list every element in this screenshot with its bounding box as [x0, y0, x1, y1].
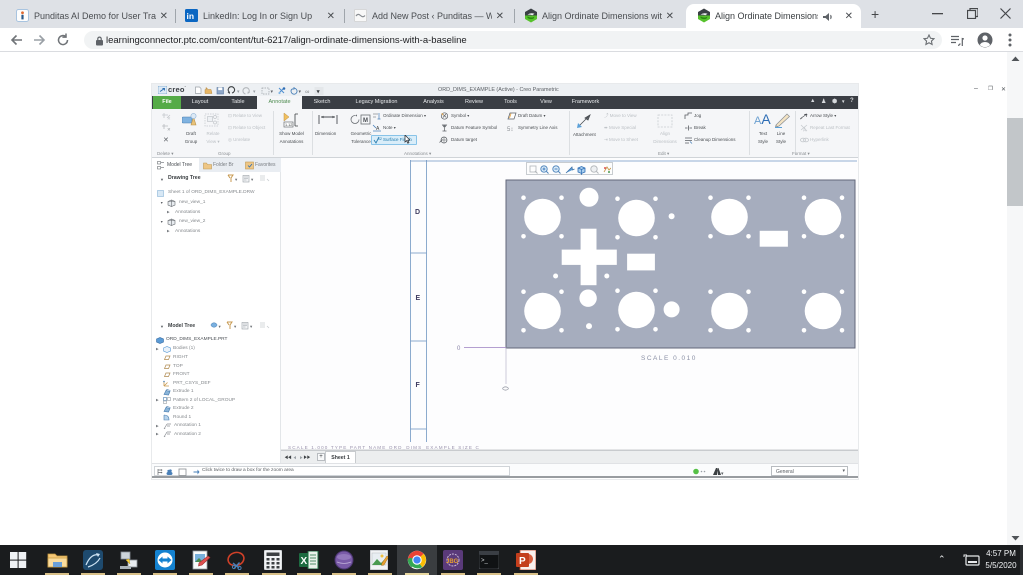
svg-text:▾: ▾ — [237, 89, 240, 95]
svg-text:▾: ▾ — [235, 177, 238, 182]
svg-text:D: D — [415, 209, 420, 216]
svg-text:in: in — [187, 11, 195, 21]
svg-text:▾: ▾ — [721, 471, 724, 477]
svg-text:32: 32 — [378, 136, 383, 141]
svg-text:SCALE 0.010: SCALE 0.010 — [641, 355, 697, 362]
svg-text:✕: ✕ — [163, 137, 169, 144]
svg-text:0: 0 — [457, 346, 461, 352]
svg-text:▾: ▾ — [271, 89, 274, 95]
svg-text:X: X — [301, 556, 308, 567]
svg-text:▾: ▾ — [234, 324, 237, 329]
svg-text:P: P — [519, 556, 526, 567]
svg-text:▾: ▾ — [253, 89, 256, 95]
svg-text:1.12: 1.12 — [285, 123, 292, 127]
svg-text:✕: ✕ — [167, 116, 171, 121]
svg-text:▾: ▾ — [250, 324, 253, 329]
svg-text:▾: ▾ — [299, 89, 302, 95]
svg-text:A: A — [803, 128, 807, 133]
svg-text:∞: ∞ — [305, 89, 309, 95]
svg-text:F: F — [416, 382, 421, 389]
svg-text:M: M — [363, 118, 368, 124]
svg-text:E: E — [416, 295, 421, 302]
svg-text:5↕: 5↕ — [507, 127, 513, 132]
svg-text:>_: >_ — [481, 558, 489, 564]
svg-text:✕: ✕ — [167, 127, 171, 132]
svg-text:▾: ▾ — [219, 324, 222, 329]
svg-text:▾: ▾ — [251, 177, 254, 182]
svg-text:JBG: JBG — [446, 559, 459, 565]
svg-text:⌐: ⌐ — [800, 116, 803, 120]
